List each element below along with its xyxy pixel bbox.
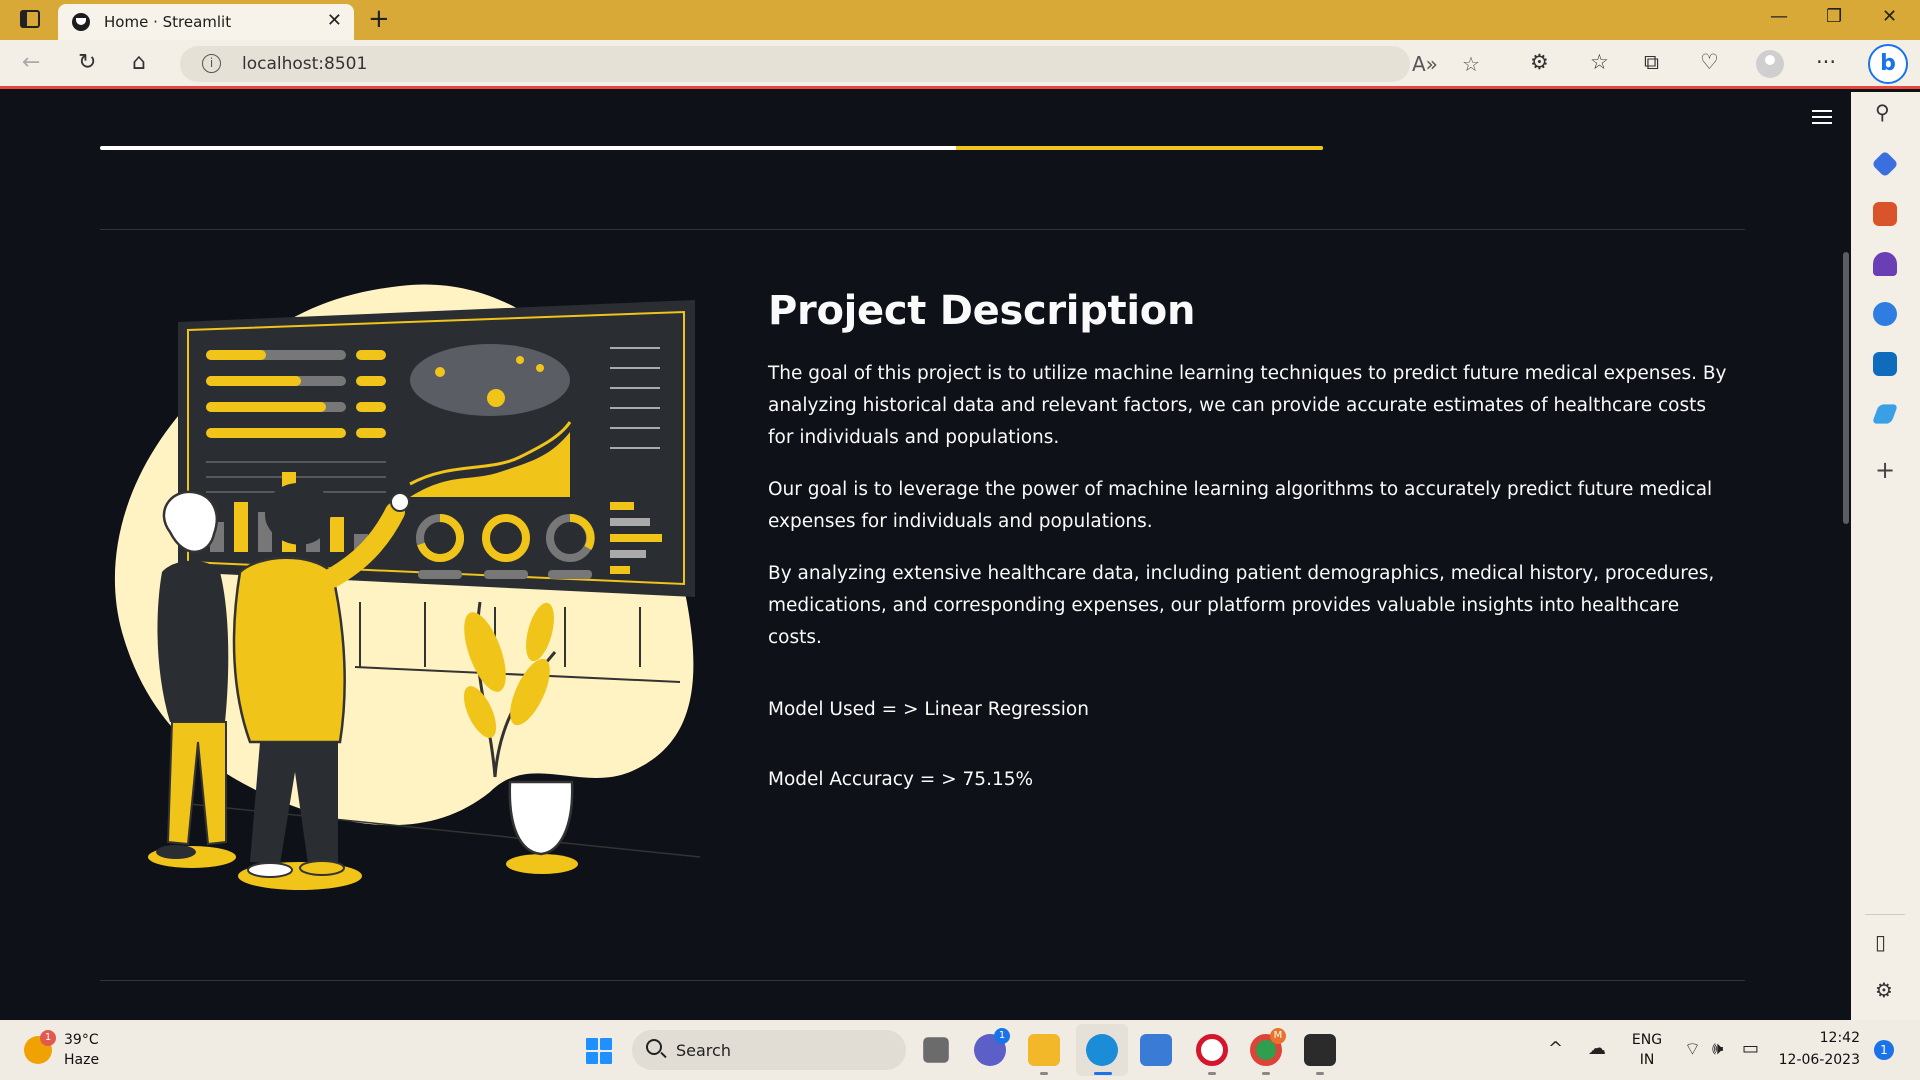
battery-icon[interactable]: ▭ xyxy=(1742,1038,1759,1059)
games-icon[interactable] xyxy=(1873,252,1897,276)
search-icon xyxy=(646,1039,662,1055)
opera-running-indicator xyxy=(1208,1072,1216,1075)
favorites-icon[interactable]: ☆ xyxy=(1590,50,1609,74)
extensions-icon[interactable]: ⚙ xyxy=(1530,50,1549,74)
model-accuracy-text: Model Accuracy = > 75.15% xyxy=(768,769,1034,790)
add-sidebar-app-icon[interactable]: + xyxy=(1875,456,1895,484)
home-icon[interactable]: ⌂ xyxy=(132,50,146,75)
teams-badge: 1 xyxy=(994,1028,1010,1044)
main-menu-icon[interactable] xyxy=(1812,110,1832,124)
hide-sidebar-icon[interactable]: ▯ xyxy=(1875,930,1886,954)
sidebar-divider xyxy=(1865,914,1905,915)
collections-icon[interactable]: ⧉ xyxy=(1644,50,1659,75)
onedrive-error-icon[interactable]: ☁ xyxy=(1588,1038,1606,1059)
edge-sidebar: ⚲ + ▯ ⚙ xyxy=(1851,92,1920,1020)
windows-start-icon[interactable] xyxy=(586,1038,612,1064)
sidebar-settings-icon[interactable]: ⚙ xyxy=(1875,978,1893,1002)
weather-description[interactable]: Haze xyxy=(64,1052,99,1068)
restore-icon[interactable]: ❐ xyxy=(1826,6,1842,27)
close-window-icon[interactable]: ✕ xyxy=(1882,6,1897,27)
refresh-icon[interactable]: ↻ xyxy=(78,50,96,75)
page-scrollbar[interactable] xyxy=(1843,252,1849,524)
back-icon[interactable]: ← xyxy=(22,50,40,75)
volume-icon[interactable]: 🕪 xyxy=(1712,1038,1723,1059)
clock-date[interactable]: 12-06-2023 xyxy=(1770,1052,1860,1068)
sidebar-search-icon[interactable]: ⚲ xyxy=(1875,100,1890,124)
terminal-icon[interactable] xyxy=(1304,1034,1336,1066)
model-used-text: Model Used = > Linear Regression xyxy=(768,699,1089,720)
progress-bar xyxy=(100,146,1323,150)
bottom-divider xyxy=(100,980,1745,981)
active-tab[interactable]: Home · Streamlit ✕ xyxy=(58,4,354,40)
description-paragraph: Our goal is to leverage the power of mac… xyxy=(768,479,1713,532)
edge-running-indicator xyxy=(1094,1072,1112,1075)
url-text[interactable]: localhost:8501 xyxy=(242,54,367,74)
show-hidden-icons-icon[interactable]: ^ xyxy=(1548,1038,1563,1059)
top-divider xyxy=(100,229,1745,230)
shopping-icon[interactable] xyxy=(1871,150,1899,178)
progress-bar-fill xyxy=(956,146,1323,150)
tab-actions-icon[interactable] xyxy=(20,10,40,28)
description-paragraph: The goal of this project is to utilize m… xyxy=(768,363,1727,448)
weather-badge: 1 xyxy=(40,1030,56,1046)
wifi-icon[interactable]: ⌔ xyxy=(1684,1038,1701,1061)
bing-copilot-icon[interactable]: b xyxy=(1868,44,1908,84)
chrome-profile-badge: M xyxy=(1270,1028,1286,1044)
clock-time[interactable]: 12:42 xyxy=(1780,1030,1860,1046)
tab-title: Home · Streamlit xyxy=(104,13,232,31)
language-indicator[interactable]: ENG xyxy=(1630,1032,1664,1048)
new-tab-icon[interactable]: + xyxy=(368,4,390,34)
more-options-icon[interactable]: ··· xyxy=(1816,50,1836,74)
weather-temperature[interactable]: 39°C xyxy=(64,1032,99,1048)
search-placeholder: Search xyxy=(676,1041,731,1060)
project-description-section: Project Description The goal of this pro… xyxy=(768,288,1728,796)
profile-avatar[interactable] xyxy=(1756,50,1784,78)
data-dashboard-illustration xyxy=(114,284,701,890)
edge-browser-icon[interactable] xyxy=(1086,1034,1118,1066)
browser-essentials-icon[interactable]: ♡ xyxy=(1700,50,1719,74)
microsoft-365-icon[interactable] xyxy=(1873,302,1897,326)
microsoft-store-icon[interactable] xyxy=(1140,1034,1172,1066)
streamlit-favicon-icon xyxy=(72,13,90,31)
send-icon[interactable] xyxy=(1871,404,1899,424)
page-title: Project Description xyxy=(768,288,1196,334)
browser-title-bar: Home · Streamlit ✕ + — ❐ ✕ xyxy=(0,0,1920,40)
browser-toolbar: ← ↻ ⌂ i localhost:8501 A» ☆ ⚙ ☆ ⧉ ♡ ··· … xyxy=(0,40,1920,89)
read-aloud-icon[interactable]: A» xyxy=(1412,52,1438,76)
address-bar[interactable]: i localhost:8501 A» ☆ xyxy=(180,46,1480,82)
minimize-icon[interactable]: — xyxy=(1770,6,1788,27)
streamlit-app: Project Description The goal of this pro… xyxy=(0,92,1851,1020)
site-info-icon[interactable]: i xyxy=(202,54,221,73)
notification-count-badge[interactable]: 1 xyxy=(1874,1040,1894,1060)
favorite-star-icon[interactable]: ☆ xyxy=(1462,52,1480,76)
tools-icon[interactable] xyxy=(1873,202,1897,226)
opera-icon[interactable] xyxy=(1196,1034,1228,1066)
outlook-icon[interactable] xyxy=(1873,352,1897,376)
chrome-running-indicator xyxy=(1262,1072,1270,1075)
description-paragraph: By analyzing extensive healthcare data, … xyxy=(768,563,1715,648)
file-explorer-icon[interactable] xyxy=(1028,1034,1060,1066)
keyboard-region[interactable]: IN xyxy=(1630,1052,1664,1068)
taskbar-search[interactable]: Search xyxy=(632,1030,906,1070)
file-explorer-running-indicator xyxy=(1040,1072,1048,1075)
close-tab-icon[interactable]: ✕ xyxy=(327,10,342,31)
task-view-icon[interactable] xyxy=(923,1037,949,1063)
terminal-running-indicator xyxy=(1316,1072,1324,1075)
windows-taskbar: 1 39°C Haze Search 1 M ^ ☁ ENG IN ⌔ 🕪 ▭ … xyxy=(0,1020,1920,1080)
